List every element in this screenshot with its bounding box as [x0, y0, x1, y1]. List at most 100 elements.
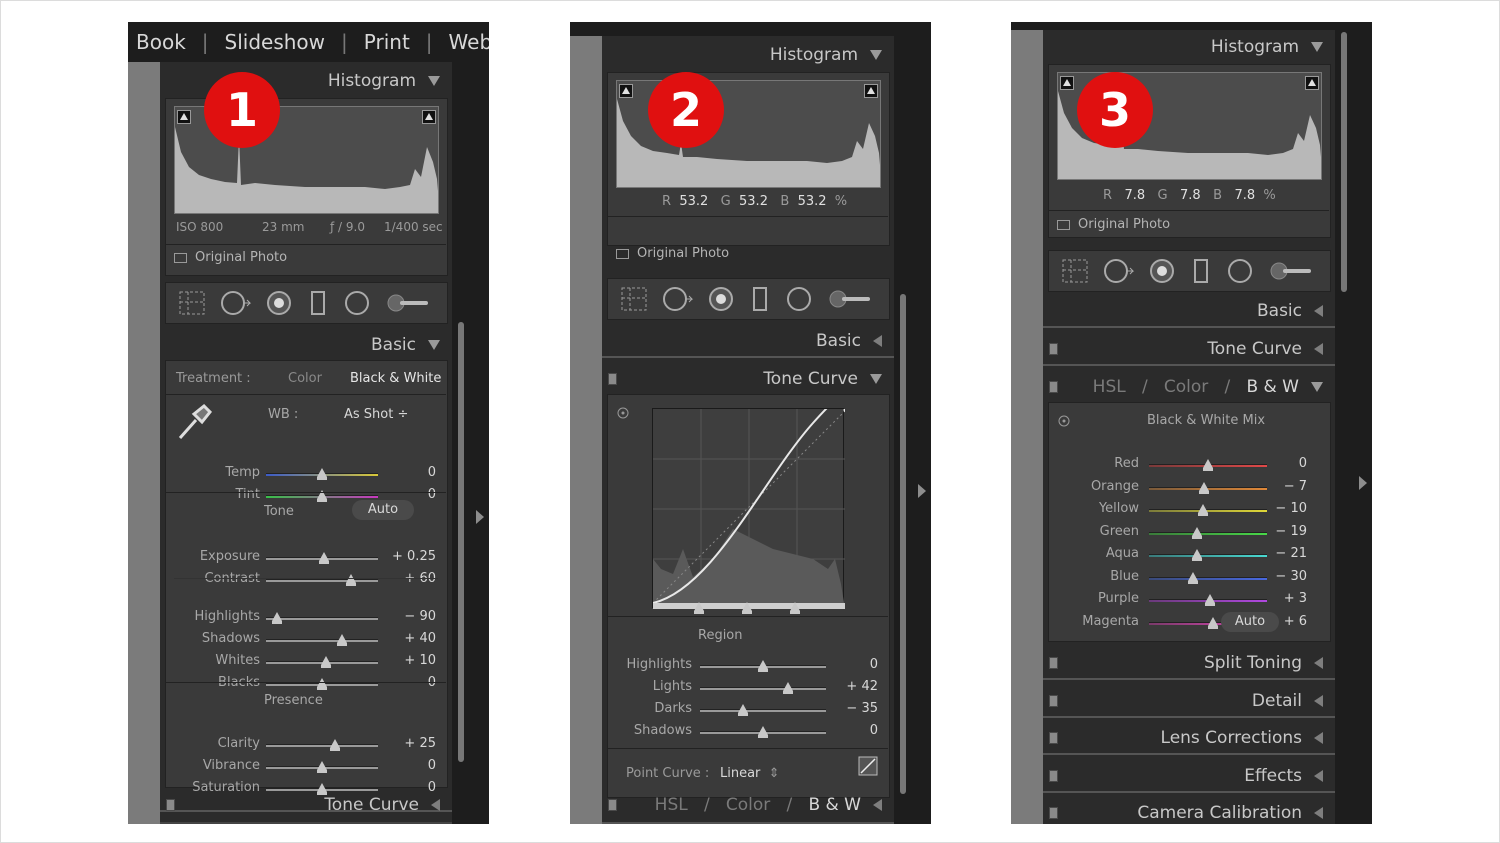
tone-curve-header[interactable]: Tone Curve — [602, 362, 894, 396]
slider-value[interactable]: − 19 — [1275, 524, 1307, 539]
slider-thumb[interactable] — [317, 761, 327, 773]
slider-thumb[interactable] — [783, 682, 794, 694]
highlight-clipping-icon[interactable] — [864, 84, 878, 98]
scrollbar[interactable] — [1341, 32, 1347, 292]
hsl-header[interactable]: HSL / Color / B & W — [1043, 370, 1335, 404]
slider-track[interactable] — [700, 660, 826, 672]
slider-thumb[interactable] — [317, 468, 327, 480]
panel-switch-icon[interactable] — [1049, 343, 1058, 355]
slider-value[interactable]: − 35 — [846, 701, 878, 716]
slider-value[interactable]: + 42 — [846, 679, 878, 694]
panel-switch-icon[interactable] — [1049, 381, 1058, 393]
eyedropper-icon[interactable] — [176, 402, 214, 442]
scrollbar-thumb[interactable] — [1341, 32, 1347, 292]
spot-removal-icon[interactable] — [662, 286, 694, 312]
slider-track[interactable] — [1149, 481, 1267, 494]
slider-value[interactable]: − 90 — [404, 609, 436, 624]
slider-track[interactable] — [266, 739, 378, 751]
slider-track[interactable] — [1149, 549, 1267, 561]
crop-overlay-icon[interactable] — [1061, 258, 1089, 284]
slider-value[interactable]: − 7 — [1284, 479, 1307, 494]
section-header-effects[interactable]: Effects — [1043, 759, 1335, 793]
panel-switch-icon[interactable] — [1049, 694, 1058, 707]
split-point-handle[interactable] — [742, 602, 752, 614]
slider-value[interactable]: 0 — [428, 758, 436, 773]
panel-switch-icon[interactable] — [1049, 807, 1058, 819]
histogram-header[interactable]: Histogram — [1043, 30, 1335, 64]
tone-curve-header[interactable]: Tone Curve — [160, 788, 452, 822]
radial-filter-icon[interactable] — [786, 286, 814, 312]
slider-thumb[interactable] — [758, 660, 768, 672]
slider-track[interactable] — [266, 612, 378, 624]
treatment-bw-option[interactable]: Black & White — [350, 371, 441, 386]
graduated-filter-icon[interactable] — [1191, 258, 1213, 284]
highlight-clipping-icon[interactable] — [1305, 76, 1319, 90]
slider-track[interactable] — [266, 656, 378, 668]
slider-value[interactable]: − 10 — [1275, 501, 1307, 516]
original-photo-toggle[interactable]: Original Photo — [616, 246, 729, 261]
spot-removal-icon[interactable] — [1103, 258, 1135, 284]
slider-thumb[interactable] — [319, 552, 330, 564]
slider-thumb[interactable] — [1199, 481, 1210, 494]
color-tab[interactable]: Color — [726, 795, 770, 815]
slider-thumb[interactable] — [1187, 571, 1198, 584]
slider-thumb[interactable] — [1203, 459, 1213, 471]
section-header-split-toning[interactable]: Split Toning — [1043, 646, 1335, 680]
slider-value[interactable]: 0 — [1299, 456, 1307, 471]
crop-overlay-icon[interactable] — [178, 290, 206, 316]
slider-track[interactable] — [1149, 526, 1267, 539]
slider-value[interactable]: + 0.25 — [392, 549, 436, 564]
bw-auto-button[interactable]: Auto — [1221, 612, 1279, 632]
slider-thumb[interactable] — [758, 726, 768, 738]
hsl-tab[interactable]: HSL — [655, 795, 688, 815]
slider-value[interactable]: + 3 — [1284, 591, 1307, 606]
section-header-detail[interactable]: Detail — [1043, 684, 1335, 718]
graduated-filter-icon[interactable] — [750, 286, 772, 312]
slider-value[interactable]: + 25 — [404, 736, 436, 751]
adjustment-brush-icon[interactable] — [1269, 258, 1313, 284]
panel-switch-icon[interactable] — [608, 373, 617, 385]
bw-tab[interactable]: B & W — [808, 795, 861, 815]
expand-panel-arrow-icon[interactable] — [1359, 476, 1367, 490]
slider-track[interactable] — [700, 726, 826, 738]
slider-track[interactable] — [1149, 571, 1267, 584]
panel-switch-icon[interactable] — [1049, 657, 1058, 669]
basic-header[interactable]: Basic — [1043, 294, 1335, 328]
point-curve-select[interactable]: Linear ⇕ — [720, 766, 780, 781]
module-tab-slideshow[interactable]: Slideshow — [225, 30, 326, 54]
wb-select[interactable]: As Shot ÷ — [344, 407, 408, 422]
bw-tab[interactable]: B & W — [1246, 377, 1299, 397]
slider-track[interactable] — [1149, 504, 1267, 516]
module-tab-book[interactable]: Book — [136, 30, 186, 54]
slider-value[interactable]: + 10 — [404, 653, 436, 668]
section-header-lens-corrections[interactable]: Lens Corrections — [1043, 721, 1335, 755]
target-adjust-icon[interactable] — [616, 406, 630, 420]
original-photo-toggle[interactable]: Original Photo — [1057, 217, 1170, 232]
slider-thumb[interactable] — [1207, 616, 1218, 629]
treatment-color-option[interactable]: Color — [288, 371, 322, 386]
slider-track[interactable] — [700, 682, 826, 694]
tone-auto-button[interactable]: Auto — [352, 500, 414, 520]
slider-track[interactable] — [266, 574, 378, 586]
slider-value[interactable]: 0 — [428, 465, 436, 480]
module-tab-print[interactable]: Print — [364, 30, 410, 54]
color-tab[interactable]: Color — [1164, 377, 1208, 397]
graduated-filter-icon[interactable] — [308, 290, 330, 316]
basic-header[interactable]: Basic — [602, 324, 894, 358]
red-eye-icon[interactable] — [1149, 258, 1177, 284]
radial-filter-icon[interactable] — [344, 290, 372, 316]
panel-switch-icon[interactable] — [608, 799, 617, 811]
section-header-camera-calibration[interactable]: Camera Calibration — [1043, 796, 1335, 824]
tone-curve-header[interactable]: Tone Curve — [1043, 332, 1335, 366]
spot-removal-icon[interactable] — [220, 290, 252, 316]
slider-thumb[interactable] — [330, 739, 341, 751]
adjustment-brush-icon[interactable] — [386, 290, 430, 316]
expand-panel-arrow-icon[interactable] — [918, 484, 926, 498]
curve-graph[interactable] — [652, 393, 848, 609]
slider-track[interactable] — [1149, 594, 1267, 606]
module-tab-web[interactable]: Web — [449, 30, 489, 54]
hsl-header[interactable]: HSL / Color / B & W — [602, 788, 894, 822]
scrollbar-thumb[interactable] — [900, 294, 906, 794]
slider-track[interactable] — [266, 552, 378, 564]
slider-thumb[interactable] — [272, 612, 283, 624]
